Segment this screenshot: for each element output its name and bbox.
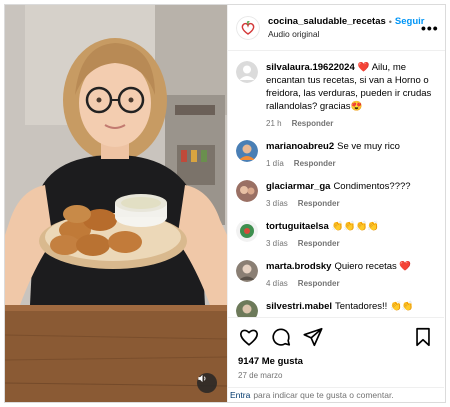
comment-avatar[interactable] (236, 180, 258, 202)
reply-button[interactable]: Responder (298, 199, 340, 208)
comment-bubble-icon[interactable] (270, 326, 292, 348)
user-photo-icon (236, 140, 258, 162)
action-bar: 9147 Me gusta 27 de marzo (228, 317, 444, 380)
comment-time[interactable]: 4 días (266, 279, 288, 288)
comment-avatar[interactable] (236, 220, 258, 242)
comment-text: Tentadores!! 👏👏 (335, 301, 414, 312)
user-photo-icon (236, 300, 258, 317)
reply-button[interactable]: Responder (298, 239, 340, 248)
comment-username[interactable]: tortuguitaelsa (266, 221, 329, 232)
reply-button[interactable]: Responder (294, 159, 336, 168)
comment-avatar[interactable] (236, 260, 258, 282)
comment-time[interactable]: 21 h (266, 119, 282, 128)
separator-dot: • (388, 16, 392, 27)
more-options-icon[interactable]: ••• (421, 20, 438, 36)
video-frame (5, 5, 227, 402)
heart-logo-icon (236, 15, 260, 40)
comment-avatar[interactable] (236, 140, 258, 162)
comment-time[interactable]: 3 días (266, 239, 288, 248)
comment-text: Quiero recetas ❤️ (334, 261, 412, 272)
comment-item: glaciarmar_ga Condimentos???? 3 días Respo… (236, 180, 436, 210)
user-photo-icon (236, 260, 258, 282)
comment-username[interactable]: silvestri.mabel (266, 301, 332, 312)
default-avatar-icon (236, 61, 258, 83)
post-video[interactable] (5, 5, 227, 402)
login-prompt: Entra para indicar que te gusta o coment… (228, 387, 444, 402)
comment-item: tortuguitaelsa 👏👏👏👏 3 días Responder (236, 220, 436, 250)
account-avatar[interactable] (236, 15, 260, 40)
comment-item: marta.brodsky Quiero recetas ❤️ 4 días Res… (236, 260, 436, 290)
post-date[interactable]: 27 de marzo (238, 371, 434, 380)
comment-username[interactable]: marta.brodsky (266, 261, 331, 272)
user-photo-icon (236, 220, 258, 242)
comment-item: marianoabreu2 Se ve muy rico 1 día Respond… (236, 140, 436, 170)
reply-button[interactable]: Responder (298, 279, 340, 288)
comment-username[interactable]: glaciarmar_ga (266, 181, 330, 192)
comment-time[interactable]: 3 días (266, 199, 288, 208)
comment-item: silvalaura.19622024 ❤️ Ailu, me encantan … (236, 61, 436, 130)
comment-time[interactable]: 1 día (266, 159, 284, 168)
comment-text: Condimentos???? (333, 181, 411, 192)
save-bookmark-icon[interactable] (412, 326, 434, 348)
post-details-panel: cocina_saludable_recetas • Seguir Audio … (227, 5, 445, 402)
likes-count[interactable]: 9147 Me gusta (238, 356, 434, 367)
comment-username[interactable]: silvalaura.19622024 (266, 62, 355, 73)
user-photo-icon (236, 180, 258, 202)
audio-label[interactable]: Audio original (268, 29, 421, 39)
comment-username[interactable]: marianoabreu2 (266, 141, 334, 152)
login-prompt-text: para indicar que te gusta o comentar. (253, 390, 394, 400)
share-send-icon[interactable] (302, 326, 324, 348)
comment-text: 👏👏👏👏 (331, 221, 380, 232)
speaker-icon (198, 374, 206, 383)
comment-avatar[interactable] (236, 300, 258, 317)
comment-item: silvestri.mabel Tentadores!! 👏👏 (236, 300, 436, 317)
instagram-post: cocina_saludable_recetas • Seguir Audio … (4, 4, 446, 403)
post-header: cocina_saludable_recetas • Seguir Audio … (228, 5, 445, 51)
comments-list[interactable]: silvalaura.19622024 ❤️ Ailu, me encantan … (228, 51, 444, 317)
account-username[interactable]: cocina_saludable_recetas (268, 16, 386, 27)
login-link[interactable]: Entra (230, 390, 250, 400)
mute-button[interactable] (197, 373, 217, 393)
like-heart-icon[interactable] (238, 326, 260, 348)
reply-button[interactable]: Responder (292, 119, 334, 128)
comment-text: Se ve muy rico (337, 141, 400, 152)
comment-avatar[interactable] (236, 61, 258, 83)
